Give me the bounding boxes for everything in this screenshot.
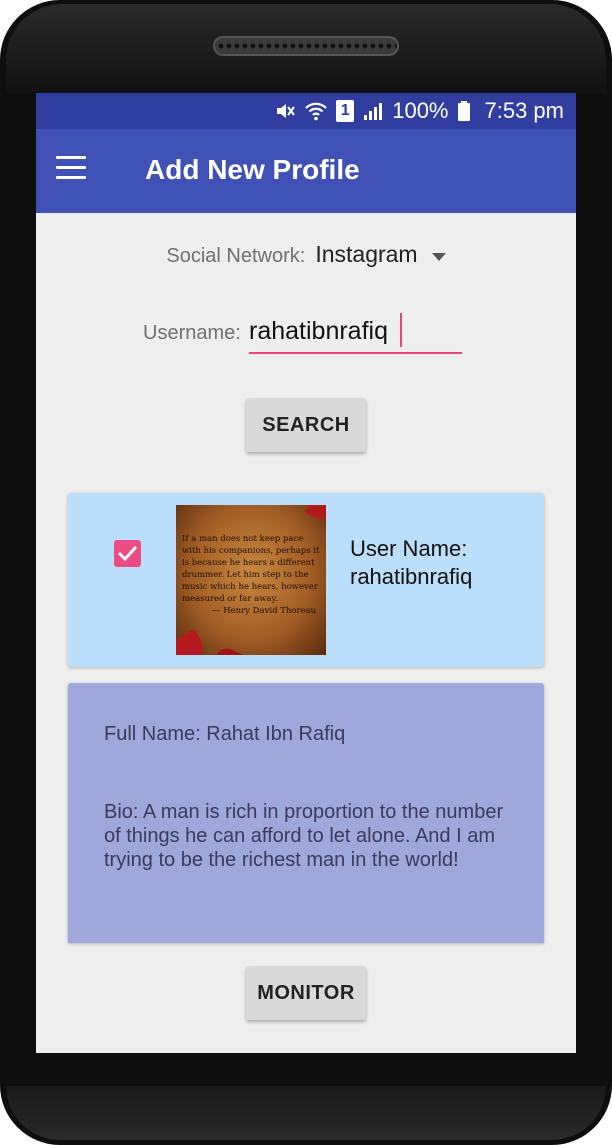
- dropdown-arrow-icon[interactable]: [431, 252, 446, 261]
- page-title: Add New Profile: [145, 154, 360, 185]
- username-label: Username:: [143, 322, 241, 344]
- social-network-row: Social Network: Instagram: [36, 241, 576, 268]
- checkmark-icon: [117, 545, 138, 562]
- result-username: User Name: rahatibnrafiq: [350, 535, 472, 591]
- bio: Bio: A man is rich in proportion to the …: [104, 801, 504, 871]
- username-input[interactable]: [249, 311, 462, 354]
- full-name: Full Name: Rahat Ibn Rafiq: [104, 723, 346, 745]
- sim-number: 1: [340, 102, 350, 119]
- search-button[interactable]: SEARCH: [246, 398, 366, 452]
- social-network-select[interactable]: Instagram: [315, 241, 417, 267]
- speaker-grille: [213, 36, 399, 56]
- wifi-icon: [304, 100, 328, 122]
- signal-icon: [362, 100, 384, 122]
- app-bar: Add New Profile: [36, 129, 576, 213]
- app-screen: 1 100% 7:53 pm Add New Profile Social Ne…: [36, 93, 576, 1053]
- profile-picture-quote: If a man does not keep pace with his com…: [182, 534, 320, 616]
- hamburger-menu-icon[interactable]: [56, 156, 86, 186]
- sim-icon: 1: [336, 100, 355, 122]
- phone-bottom-bezel: [6, 1086, 606, 1140]
- status-bar: 1 100% 7:53 pm: [36, 93, 576, 129]
- profile-picture: If a man does not keep pace with his com…: [176, 505, 326, 655]
- result-username-label: User Name:: [350, 536, 468, 561]
- battery-percent: 100%: [392, 98, 449, 123]
- result-username-value: rahatibnrafiq: [350, 564, 473, 589]
- select-profile-checkbox[interactable]: [114, 540, 141, 567]
- profile-details-card: Full Name: Rahat Ibn Rafiq Bio: A man is…: [68, 683, 544, 943]
- battery-icon: [457, 100, 471, 122]
- monitor-button[interactable]: MONITOR: [246, 966, 366, 1020]
- profile-result-card[interactable]: If a man does not keep pace with his com…: [68, 493, 544, 667]
- phone-frame: 1 100% 7:53 pm Add New Profile Social Ne…: [0, 0, 612, 1145]
- text-cursor: [400, 313, 402, 347]
- clock: 7:53 pm: [484, 98, 565, 123]
- mute-icon: [274, 100, 296, 122]
- social-network-label: Social Network:: [166, 245, 306, 267]
